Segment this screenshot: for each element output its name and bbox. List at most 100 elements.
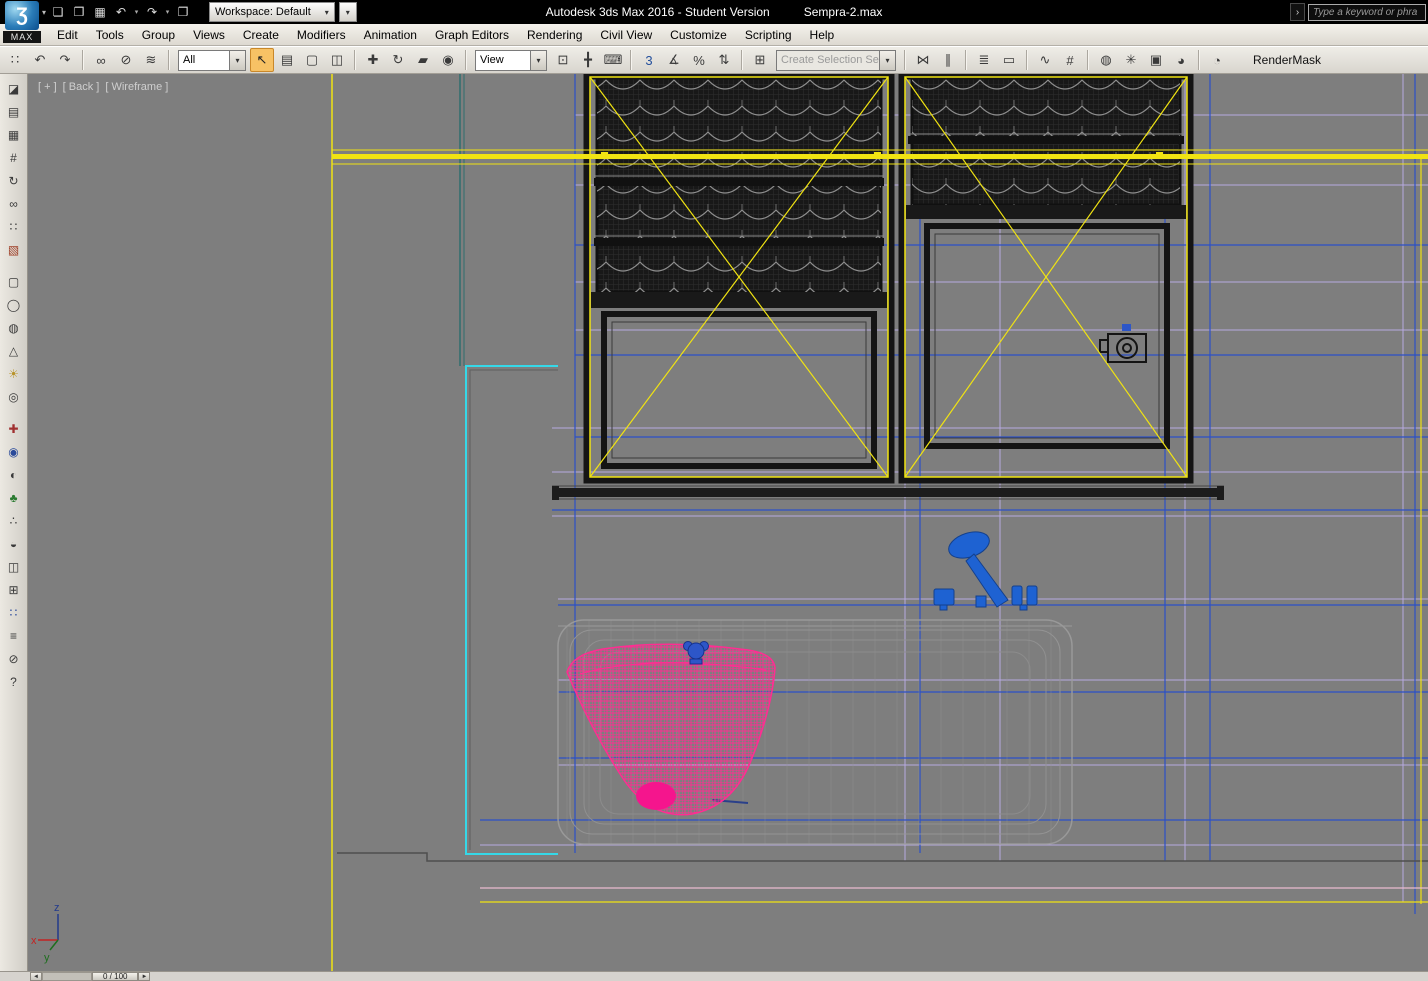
dots-icon[interactable]: ∷ — [3, 603, 25, 623]
new-file-icon[interactable]: ❏ — [48, 2, 68, 22]
menu-graph-editors[interactable]: Graph Editors — [426, 24, 518, 45]
save-file-icon[interactable]: ▦ — [90, 2, 110, 22]
toolbar-grip-icon[interactable]: ∷ — [3, 48, 27, 72]
reference-coordinate-system-dropdown[interactable]: View ▾ — [475, 49, 547, 71]
viewport-menu-shading[interactable]: [ Wireframe ] — [105, 81, 168, 93]
menu-group[interactable]: Group — [133, 24, 184, 45]
render-setup-icon[interactable]: ✳ — [1119, 48, 1143, 72]
link-icon[interactable]: ∞ — [3, 194, 25, 214]
mirror-icon[interactable]: ⋈ — [911, 48, 935, 72]
curve-editor-icon[interactable]: ∿ — [1033, 48, 1057, 72]
select-and-manipulate-icon[interactable]: ╋ — [576, 48, 600, 72]
menu-views[interactable]: Views — [184, 24, 234, 45]
no-render-icon[interactable]: ⊘ — [3, 649, 25, 669]
target-tool-icon[interactable]: ◎ — [3, 387, 25, 407]
app-logo[interactable]: Ʒ MAX — [3, 1, 41, 45]
manage-layers-icon[interactable]: ≣ — [972, 48, 996, 72]
select-and-place-icon[interactable]: ◉ — [436, 48, 460, 72]
select-and-rotate-icon[interactable]: ↻ — [386, 48, 410, 72]
menu-help[interactable]: Help — [801, 24, 844, 45]
edit-named-selection-sets-icon[interactable]: ⊞ — [748, 48, 772, 72]
render-iterative-icon[interactable]: ◔ — [1205, 48, 1229, 72]
cone-tool-icon[interactable]: △ — [3, 341, 25, 361]
select-and-uniform-scale-icon[interactable]: ▰ — [411, 48, 435, 72]
redo-flyout-icon[interactable]: ▾ — [163, 2, 172, 22]
menu-rendering[interactable]: Rendering — [518, 24, 591, 45]
app-menu-caret-icon[interactable]: ▾ — [42, 8, 46, 17]
faucet-set[interactable] — [933, 527, 1038, 611]
open-file-icon[interactable]: ❒ — [69, 2, 89, 22]
search-input[interactable] — [1308, 3, 1426, 21]
select-and-link-icon[interactable]: ∞ — [89, 48, 113, 72]
viewport-canvas[interactable]: z x y — [28, 74, 1428, 971]
pivot-icon[interactable]: ◉ — [3, 442, 25, 462]
window-tool-icon[interactable]: ◫ — [3, 557, 25, 577]
paint-deform-icon[interactable]: ✚ — [3, 419, 25, 439]
menu-scripting[interactable]: Scripting — [736, 24, 801, 45]
named-selection-sets-dropdown[interactable]: Create Selection Se ▾ — [776, 49, 896, 71]
render-production-icon[interactable]: ◕ — [1169, 48, 1193, 72]
spinner-snap-icon[interactable]: ⇅ — [712, 48, 736, 72]
graphite-ribbon-icon[interactable]: ▭ — [997, 48, 1021, 72]
bind-to-space-warp-icon[interactable]: ≋ — [139, 48, 163, 72]
rendermask-button[interactable]: RenderMask — [1244, 51, 1330, 69]
arc-rotate-icon[interactable]: ↻ — [3, 171, 25, 191]
light-tool-icon[interactable]: ☀ — [3, 364, 25, 384]
material-sphere-icon[interactable]: ◐ — [3, 465, 25, 485]
align-icon[interactable]: ∥ — [936, 48, 960, 72]
redo-icon[interactable]: ↷ — [53, 48, 77, 72]
use-pivot-point-center-icon[interactable]: ⊡ — [551, 48, 575, 72]
select-object-icon[interactable]: ↖ — [250, 48, 274, 72]
unlink-selection-icon[interactable]: ⊘ — [114, 48, 138, 72]
menu-tools[interactable]: Tools — [87, 24, 133, 45]
previous-frame-icon[interactable]: ◄ — [30, 972, 42, 981]
select-by-name-icon[interactable]: ▤ — [275, 48, 299, 72]
viewport-layout-icon[interactable]: ◪ — [3, 79, 25, 99]
percent-snap-icon[interactable]: % — [687, 48, 711, 72]
lattice-icon[interactable]: # — [3, 148, 25, 168]
menu-customize[interactable]: Customize — [661, 24, 736, 45]
menu-create[interactable]: Create — [234, 24, 288, 45]
time-slider-handle[interactable]: 0 / 100 — [92, 972, 139, 981]
viewport-menu-general[interactable]: [ + ] — [38, 81, 57, 93]
table-icon[interactable]: ⊞ — [3, 580, 25, 600]
scene-explorer-icon[interactable]: ▤ — [3, 102, 25, 122]
menu-civil-view[interactable]: Civil View — [591, 24, 661, 45]
array-icon[interactable]: ∷ — [3, 217, 25, 237]
shell-icon[interactable]: ◒ — [3, 534, 25, 554]
rendered-frame-window-icon[interactable]: ▣ — [1144, 48, 1168, 72]
help-icon[interactable]: ? — [3, 672, 25, 692]
workspace-flyout-button[interactable]: ▾ — [338, 2, 357, 22]
window-crossing-icon[interactable]: ◫ — [325, 48, 349, 72]
time-slider-track[interactable] — [42, 972, 92, 981]
menu-animation[interactable]: Animation — [355, 24, 426, 45]
menu-edit[interactable]: Edit — [48, 24, 87, 45]
spray-icon[interactable]: ∴ — [3, 511, 25, 531]
material-editor-icon[interactable]: ◍ — [1094, 48, 1118, 72]
workspace-dropdown[interactable]: Workspace: Default ▾ — [209, 2, 335, 22]
sphere-tool-icon[interactable]: ◍ — [3, 318, 25, 338]
project-folder-icon[interactable]: ❐ — [173, 2, 193, 22]
window-sill[interactable] — [552, 485, 1224, 500]
schematic-view-icon[interactable]: # — [1058, 48, 1082, 72]
grid-toggle-icon[interactable]: ▦ — [3, 125, 25, 145]
wall-outline-cyan[interactable] — [459, 74, 558, 855]
list-icon[interactable]: ≡ — [3, 626, 25, 646]
undo-icon[interactable]: ↶ — [28, 48, 52, 72]
keyboard-shortcut-override-icon[interactable]: ⌨ — [601, 48, 625, 72]
menu-modifiers[interactable]: Modifiers — [288, 24, 355, 45]
ellipse-tool-icon[interactable]: ◯ — [3, 295, 25, 315]
selection-filter-dropdown[interactable]: All ▾ — [178, 49, 246, 71]
snaps-toggle-3d-icon[interactable]: 3 — [637, 48, 661, 72]
next-frame-icon[interactable]: ► — [138, 972, 151, 981]
3dsmax-logo-icon[interactable]: Ʒ — [5, 1, 39, 30]
viewport-menu-pov[interactable]: [ Back ] — [63, 81, 100, 93]
search-expand-icon[interactable]: › — [1290, 3, 1305, 21]
rectangular-selection-region-icon[interactable]: ▢ — [300, 48, 324, 72]
undo-icon[interactable]: ↶ — [111, 2, 131, 22]
rectangle-tool-icon[interactable]: ▢ — [3, 272, 25, 292]
render-preview-icon[interactable]: ▧ — [3, 240, 25, 260]
undo-flyout-icon[interactable]: ▾ — [132, 2, 141, 22]
redo-icon[interactable]: ↷ — [142, 2, 162, 22]
foliage-icon[interactable]: ♣ — [3, 488, 25, 508]
